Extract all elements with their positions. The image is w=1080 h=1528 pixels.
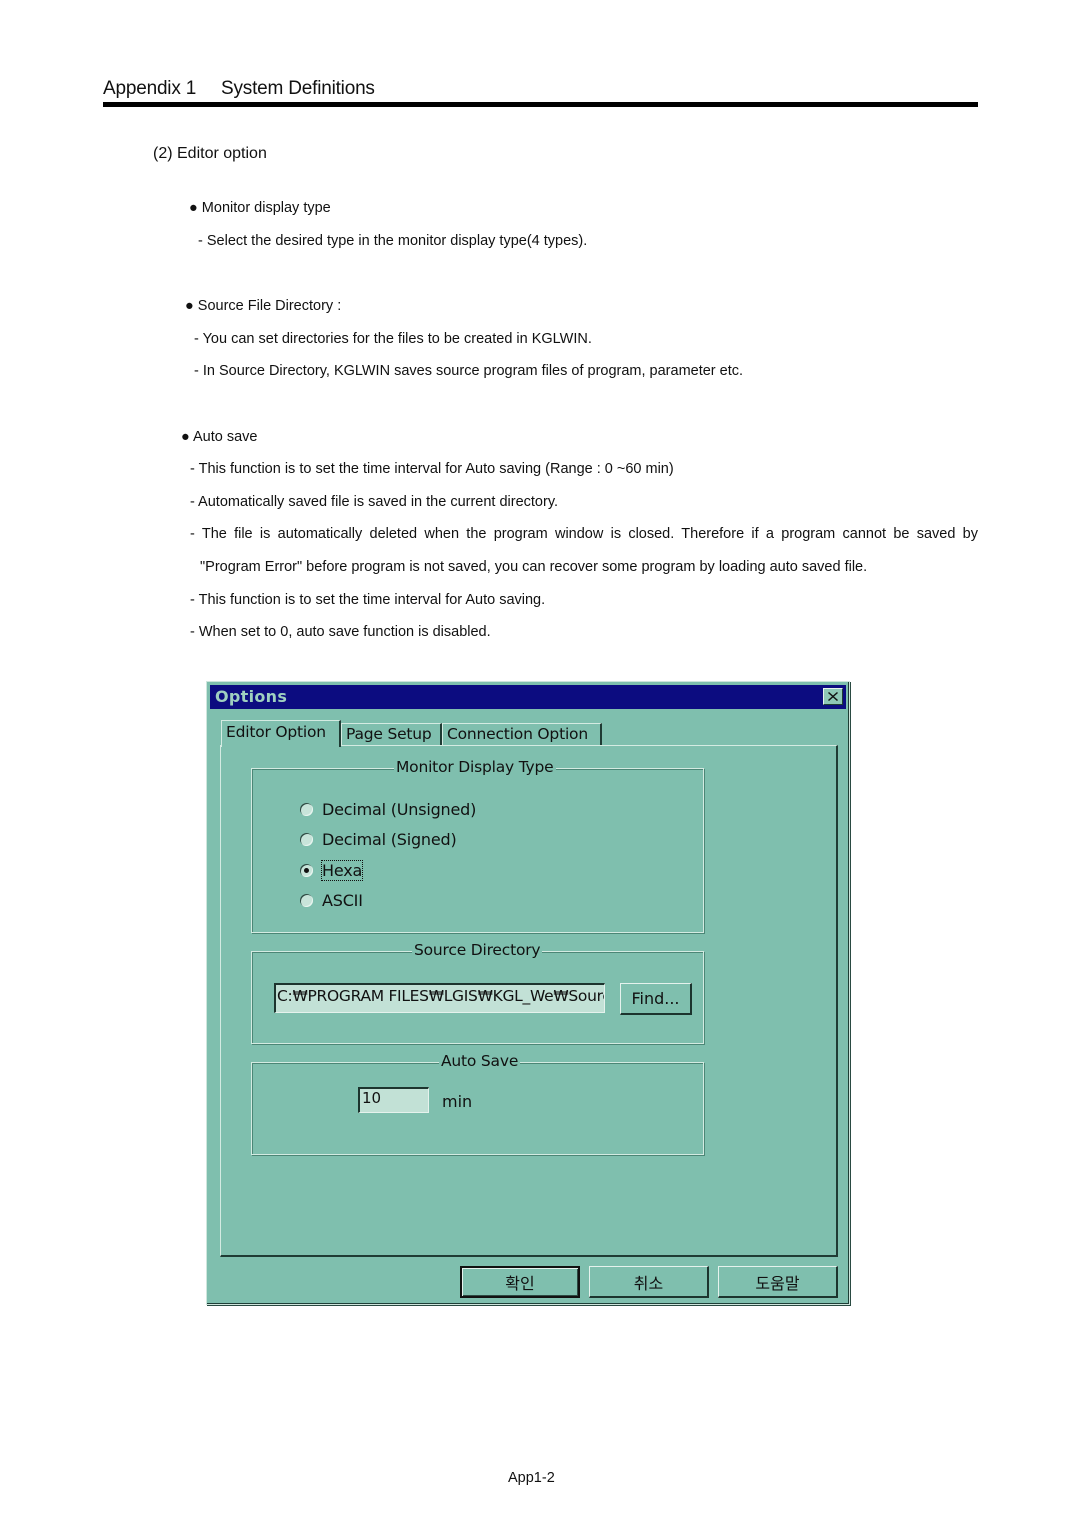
- radio-button-icon[interactable]: [300, 893, 313, 907]
- group-label: Monitor Display Type: [394, 758, 556, 776]
- text-line: - Select the desired type in the monitor…: [198, 233, 588, 249]
- source-directory-group: Source Directory C:₩PROGRAM FILES₩LGIS₩K…: [251, 941, 704, 1044]
- page-header: Appendix 1 System Definitions: [103, 76, 978, 107]
- radio-hexa[interactable]: Hexa: [300, 859, 364, 881]
- ok-button[interactable]: 확인: [460, 1266, 580, 1298]
- bullet-icon: ●: [189, 200, 202, 216]
- source-directory-input[interactable]: C:₩PROGRAM FILES₩LGIS₩KGL_We₩Source: [274, 983, 605, 1013]
- monitor-display-type-group: Monitor Display Type Decimal (Unsigned) …: [251, 758, 704, 933]
- tab-connection-option[interactable]: Connection Option: [442, 723, 602, 745]
- dialog-title: Options: [215, 687, 288, 706]
- radio-button-checked-icon[interactable]: [300, 863, 313, 877]
- help-button[interactable]: 도움말: [718, 1266, 838, 1298]
- text-line: - When set to 0, auto save function is d…: [190, 624, 491, 640]
- text-line: - The file is automatically deleted when…: [190, 526, 978, 542]
- bullet-monitor-display-type: ● Monitor display type: [189, 200, 331, 216]
- text-line: - You can set directories for the files …: [194, 331, 592, 347]
- close-button[interactable]: [823, 688, 843, 705]
- bullet-source-file-directory: ● Source File Directory :: [185, 298, 342, 314]
- auto-save-unit-label: min: [442, 1092, 473, 1111]
- group-label: Source Directory: [412, 941, 543, 959]
- text-line: - This function is to set the time inter…: [190, 461, 674, 477]
- radio-button-icon[interactable]: [300, 802, 313, 816]
- text-line: - Automatically saved file is saved in t…: [190, 494, 559, 510]
- cancel-button[interactable]: 취소: [589, 1266, 709, 1298]
- bullet-icon: ●: [185, 298, 198, 314]
- editor-option-panel: Monitor Display Type Decimal (Unsigned) …: [220, 745, 838, 1257]
- chapter-title: System Definitions: [221, 78, 375, 99]
- auto-save-interval-input[interactable]: 10: [358, 1087, 429, 1113]
- find-button[interactable]: Find...: [620, 983, 692, 1015]
- options-dialog: Options Editor Option Page Setup Connect…: [206, 681, 850, 1305]
- text-line: - This function is to set the time inter…: [190, 592, 546, 608]
- radio-decimal-unsigned[interactable]: Decimal (Unsigned): [300, 798, 476, 820]
- radio-button-icon[interactable]: [300, 832, 313, 846]
- text-line: - In Source Directory, KGLWIN saves sour…: [194, 363, 744, 379]
- radio-ascii[interactable]: ASCII: [300, 889, 363, 911]
- dialog-titlebar[interactable]: Options: [210, 685, 846, 709]
- group-label: Auto Save: [439, 1052, 521, 1070]
- tab-page-setup[interactable]: Page Setup: [341, 723, 442, 745]
- auto-save-group: Auto Save 10 min: [251, 1052, 704, 1155]
- bullet-auto-save: ● Auto save: [181, 429, 258, 445]
- bullet-icon: ●: [181, 429, 193, 445]
- text-line: "Program Error" before program is not sa…: [200, 559, 868, 575]
- appendix-label: Appendix 1: [103, 78, 197, 99]
- tab-editor-option[interactable]: Editor Option: [221, 720, 341, 747]
- radio-decimal-signed[interactable]: Decimal (Signed): [300, 828, 457, 850]
- page-number: App1-2: [508, 1470, 555, 1486]
- section-title: (2) Editor option: [153, 145, 267, 162]
- close-icon: [828, 692, 838, 701]
